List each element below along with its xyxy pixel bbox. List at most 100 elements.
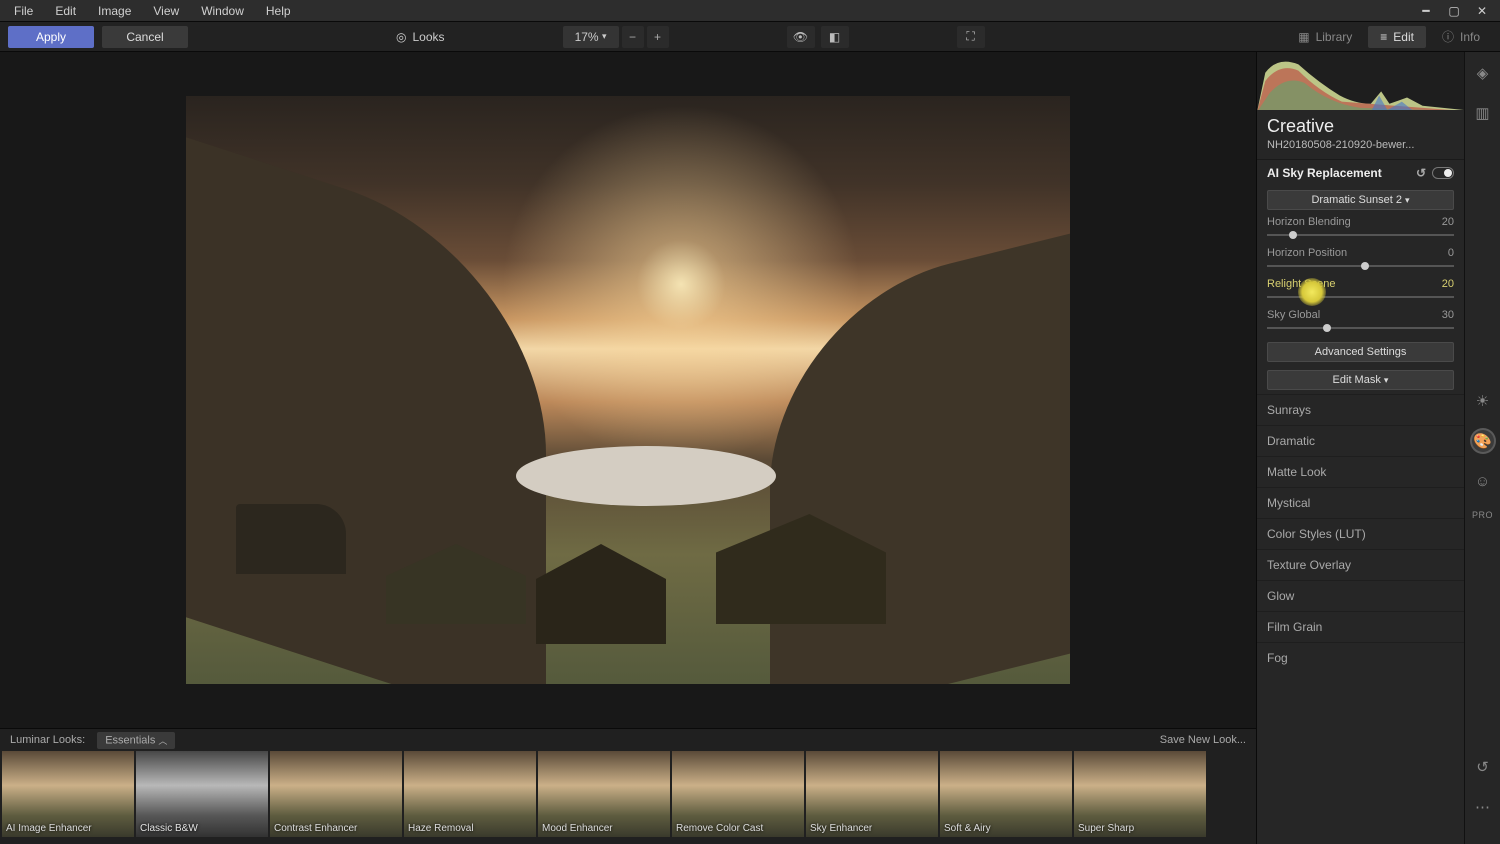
look-thumb[interactable]: Sky Enhancer (806, 751, 938, 837)
looks-label: Looks (412, 30, 444, 44)
look-thumb[interactable]: Classic B&W (136, 751, 268, 837)
tab-info[interactable]: ⓘ Info (1430, 26, 1492, 48)
menu-image[interactable]: Image (88, 1, 141, 21)
tool-matte-look[interactable]: Matte Look (1257, 456, 1464, 487)
menubar: File Edit Image View Window Help ━ ▢ ✕ (0, 0, 1500, 22)
looks-label: Luminar Looks: (10, 734, 85, 746)
more-icon[interactable]: ⋯ (1472, 796, 1494, 818)
tab-label: Library (1316, 30, 1353, 44)
tool-color-styles-lut-[interactable]: Color Styles (LUT) (1257, 518, 1464, 549)
tool-sunrays[interactable]: Sunrays (1257, 394, 1464, 425)
look-thumb[interactable]: Super Sharp (1074, 751, 1206, 837)
canvas[interactable] (0, 52, 1256, 728)
preview-toggle-icon[interactable]: 👁 (787, 26, 815, 48)
photo-preview (186, 96, 1070, 684)
sliders-icon: ≡ (1380, 30, 1387, 44)
section-toggle[interactable] (1432, 167, 1454, 179)
right-panel: Creative NH20180508-210920-bewer... AI S… (1256, 52, 1464, 844)
apply-button[interactable]: Apply (8, 26, 94, 48)
zoom-value: 17% (575, 30, 599, 44)
look-thumb[interactable]: AI Image Enhancer (2, 751, 134, 837)
slider-value: 20 (1442, 278, 1454, 290)
section-label: AI Sky Replacement (1267, 166, 1382, 180)
sky-preset-dropdown[interactable]: Dramatic Sunset 2 ▾ (1267, 190, 1454, 210)
eye-target-icon: ◎ (396, 30, 406, 44)
slider-value: 0 (1448, 247, 1454, 259)
preset-label: Dramatic Sunset 2 (1311, 194, 1401, 206)
advanced-settings-button[interactable]: Advanced Settings (1267, 342, 1454, 362)
menu-window[interactable]: Window (191, 1, 254, 21)
slider-label: Horizon Position (1267, 247, 1347, 259)
tab-library[interactable]: ▦ Library (1286, 26, 1364, 48)
slider-sky-global[interactable]: Sky Global 30 (1257, 307, 1464, 338)
zoom-out-button[interactable]: − (622, 26, 644, 48)
layers-icon[interactable]: ◈ (1472, 62, 1494, 84)
workspace-tabs: ◈ ▥ ☀ 🎨 ☺ PRO ↺ ⋯ (1464, 52, 1500, 844)
thumb-caption: Haze Removal (408, 823, 474, 834)
menu-edit[interactable]: Edit (45, 1, 86, 21)
slider-label: Horizon Blending (1267, 216, 1351, 228)
category-label: Essentials (105, 734, 155, 746)
slider-value: 20 (1442, 216, 1454, 228)
close-icon[interactable]: ✕ (1468, 4, 1496, 18)
slider-horizon-position[interactable]: Horizon Position 0 (1257, 245, 1464, 276)
slider-value: 30 (1442, 309, 1454, 321)
tab-label: Info (1460, 30, 1480, 44)
tab-label: Edit (1393, 30, 1414, 44)
toolbar: Apply Cancel ◎ Looks 17% ▾ − + 👁 ◧ ⛶ ▦ Li… (0, 22, 1500, 52)
creative-icon[interactable]: 🎨 (1472, 430, 1494, 452)
mask-label: Edit Mask (1333, 374, 1381, 386)
reset-icon[interactable]: ↺ (1416, 166, 1426, 180)
looks-button[interactable]: ◎ Looks (396, 30, 445, 44)
maximize-icon[interactable]: ▢ (1440, 4, 1468, 18)
compare-icon[interactable]: ◧ (821, 26, 849, 48)
thumb-caption: Sky Enhancer (810, 823, 872, 834)
looks-strip: Luminar Looks: Essentials ︿ Save New Loo… (0, 728, 1256, 844)
essentials-icon[interactable]: ☀ (1472, 390, 1494, 412)
info-icon: ⓘ (1442, 28, 1454, 45)
canvas-icon[interactable]: ▥ (1472, 102, 1494, 124)
looks-category-dropdown[interactable]: Essentials ︿ (97, 732, 175, 749)
thumb-caption: AI Image Enhancer (6, 823, 92, 834)
cancel-button[interactable]: Cancel (102, 26, 188, 48)
filename-label: NH20180508-210920-bewer... (1257, 139, 1464, 159)
edit-mask-button[interactable]: Edit Mask ▾ (1267, 370, 1454, 390)
tab-edit[interactable]: ≡ Edit (1368, 26, 1426, 48)
thumb-caption: Super Sharp (1078, 823, 1134, 834)
zoom-in-button[interactable]: + (647, 26, 669, 48)
panel-title: Creative (1257, 110, 1464, 139)
menu-view[interactable]: View (143, 1, 189, 21)
look-thumb[interactable]: Mood Enhancer (538, 751, 670, 837)
look-thumb[interactable]: Haze Removal (404, 751, 536, 837)
tool-dramatic[interactable]: Dramatic (1257, 425, 1464, 456)
thumb-caption: Mood Enhancer (542, 823, 613, 834)
tool-fog[interactable]: Fog (1257, 642, 1464, 673)
menu-help[interactable]: Help (256, 1, 301, 21)
slider-relight-scene[interactable]: Relight Scene 20 (1257, 276, 1464, 307)
tool-film-grain[interactable]: Film Grain (1257, 611, 1464, 642)
tool-glow[interactable]: Glow (1257, 580, 1464, 611)
section-ai-sky-replacement[interactable]: AI Sky Replacement ↺ (1257, 159, 1464, 186)
pro-label[interactable]: PRO (1472, 510, 1493, 520)
portrait-icon[interactable]: ☺ (1472, 470, 1494, 492)
thumb-caption: Remove Color Cast (676, 823, 763, 834)
thumb-caption: Classic B&W (140, 823, 198, 834)
zoom-dropdown[interactable]: 17% ▾ (563, 26, 619, 48)
histogram[interactable] (1257, 52, 1464, 110)
library-icon: ▦ (1298, 30, 1309, 44)
save-new-look-button[interactable]: Save New Look... (1160, 734, 1246, 746)
crop-button[interactable]: ⛶ (957, 26, 985, 48)
menu-file[interactable]: File (4, 1, 43, 21)
history-icon[interactable]: ↺ (1472, 756, 1494, 778)
thumb-caption: Soft & Airy (944, 823, 991, 834)
slider-label: Sky Global (1267, 309, 1320, 321)
tool-mystical[interactable]: Mystical (1257, 487, 1464, 518)
slider-label: Relight Scene (1267, 278, 1336, 290)
look-thumb[interactable]: Soft & Airy (940, 751, 1072, 837)
look-thumb[interactable]: Contrast Enhancer (270, 751, 402, 837)
minimize-icon[interactable]: ━ (1412, 4, 1440, 18)
tool-texture-overlay[interactable]: Texture Overlay (1257, 549, 1464, 580)
slider-horizon-blending[interactable]: Horizon Blending 20 (1257, 214, 1464, 245)
look-thumb[interactable]: Remove Color Cast (672, 751, 804, 837)
thumb-caption: Contrast Enhancer (274, 823, 357, 834)
